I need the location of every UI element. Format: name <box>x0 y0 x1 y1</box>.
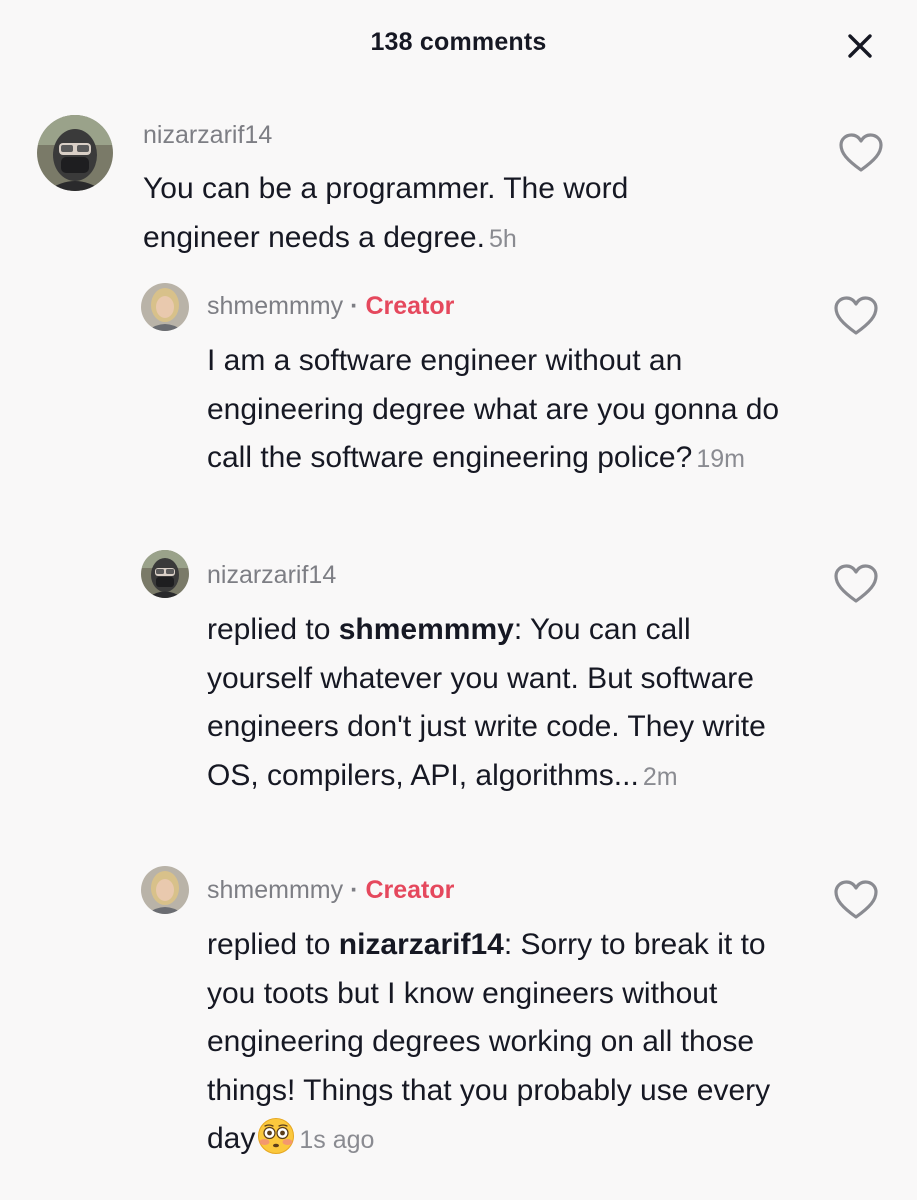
comment-timestamp: 1s ago <box>299 1126 375 1154</box>
comment-body: replied to nizarzarif14: Sorry to break … <box>207 921 817 1165</box>
avatar[interactable] <box>141 866 189 914</box>
reply-prefix: replied to <box>207 928 339 961</box>
like-button[interactable] <box>833 879 879 921</box>
heart-outline-icon <box>834 880 878 919</box>
separator-dot: · <box>350 876 359 904</box>
creator-badge: Creator <box>365 876 455 904</box>
comments-panel: 138 comments nizarzarif14 You can be a p… <box>0 0 917 1200</box>
comment-username-row: shmemmmy · Creator <box>207 876 454 905</box>
username[interactable]: shmemmmy <box>207 876 343 904</box>
reply-to-username[interactable]: nizarzarif14 <box>339 928 504 961</box>
reply-item: shmemmmy · Creator replied to nizarzarif14… <box>0 0 917 1200</box>
flushed-face-emoji <box>257 1117 295 1155</box>
